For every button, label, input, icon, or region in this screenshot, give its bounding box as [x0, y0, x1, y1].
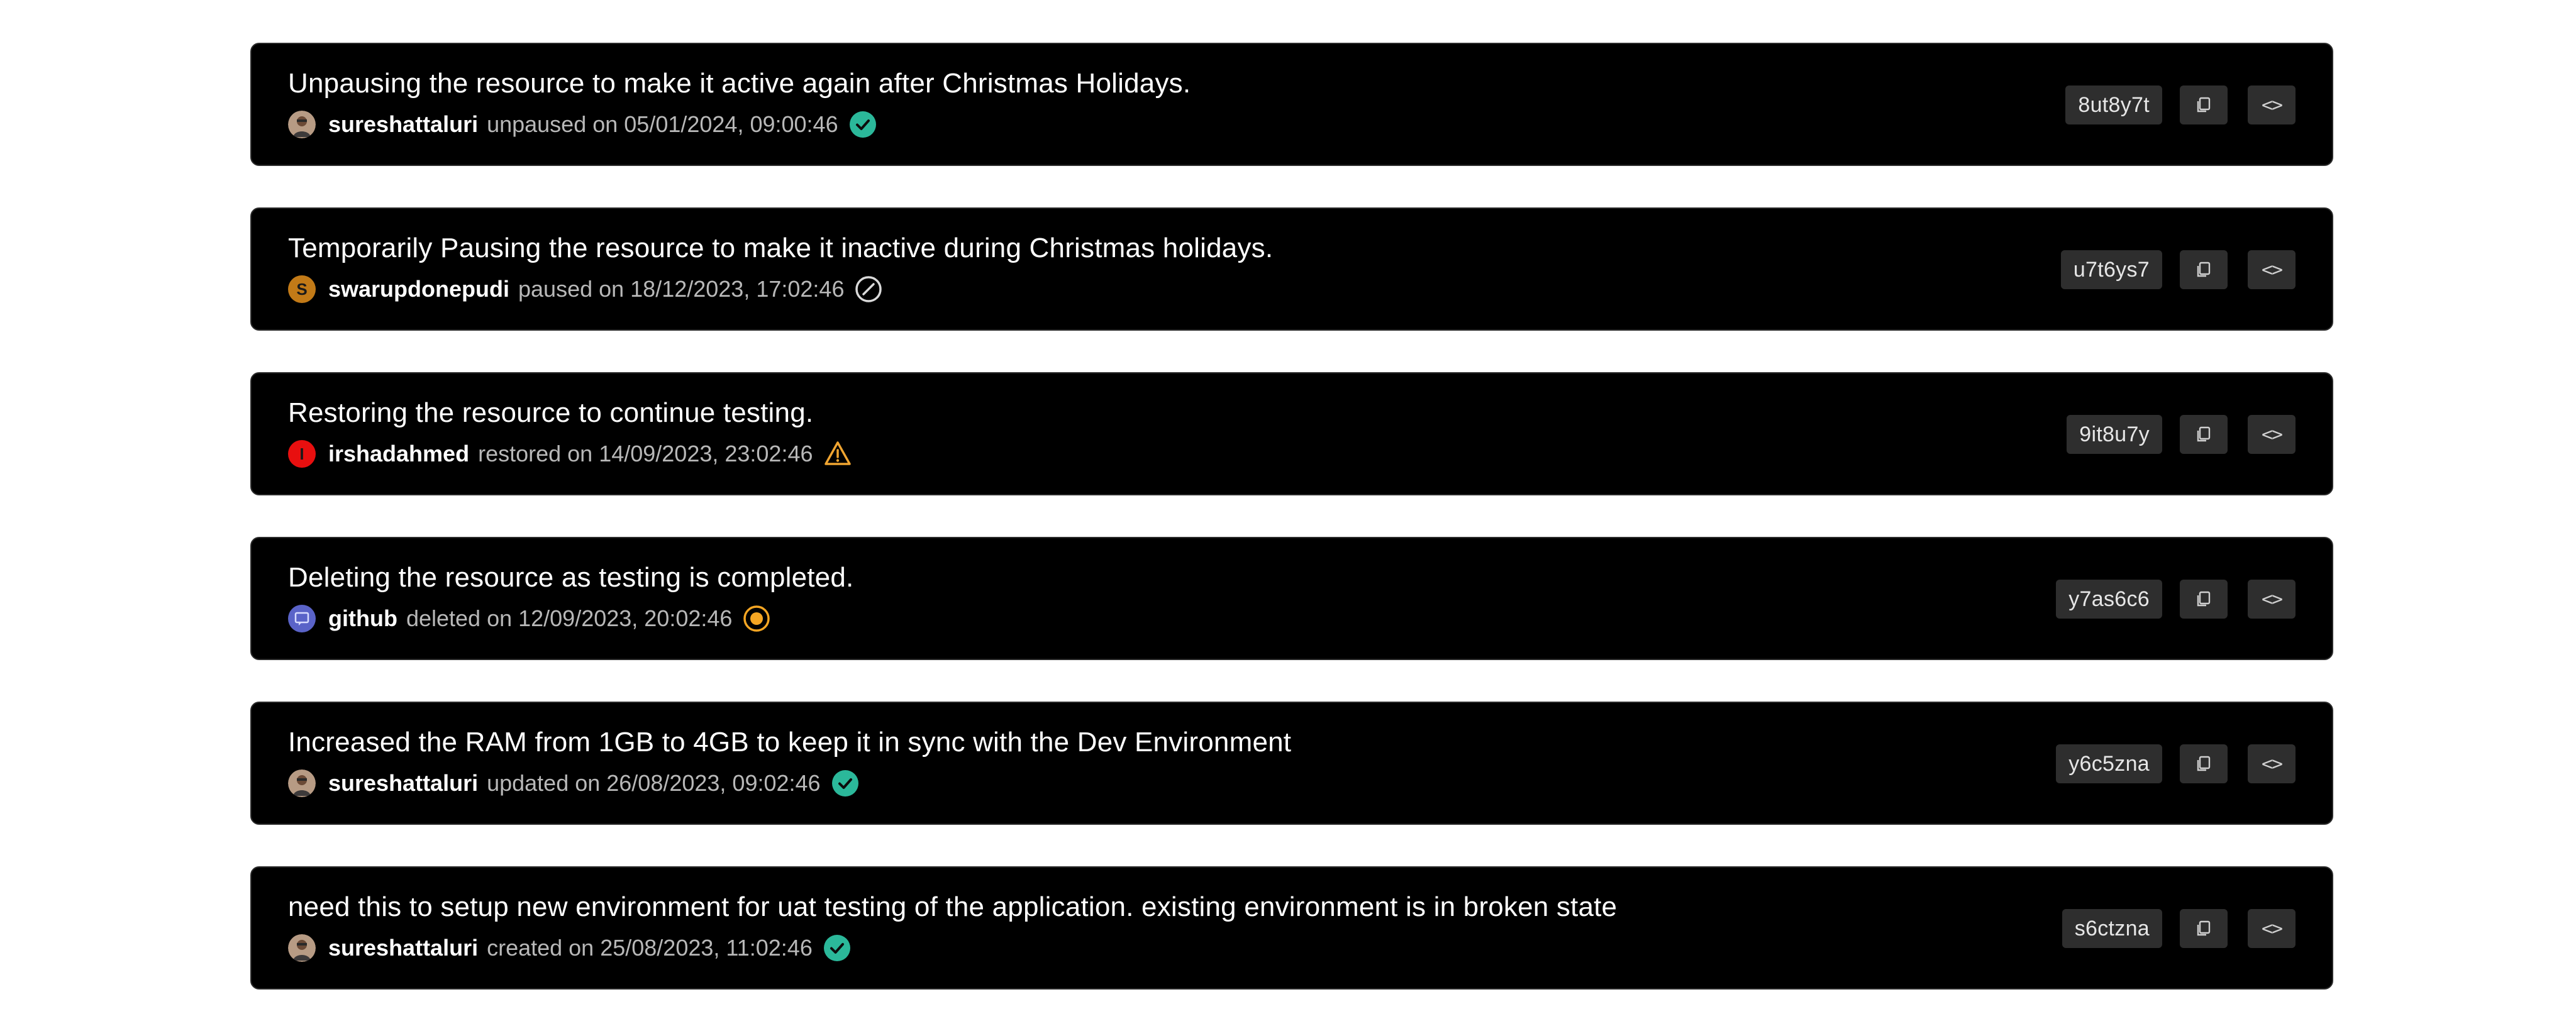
avatar[interactable]: [288, 111, 316, 138]
entry-title: Restoring the resource to continue testi…: [288, 397, 814, 428]
view-code-button[interactable]: <>: [2248, 580, 2296, 619]
avatar[interactable]: S: [288, 275, 316, 303]
copy-icon: [2197, 920, 2211, 936]
commit-hash-badge[interactable]: u7t6ys7: [2060, 250, 2162, 289]
entry-title: Deleting the resource as testing is comp…: [288, 562, 854, 593]
warning-triangle-icon: [823, 439, 852, 468]
avatar[interactable]: [288, 934, 316, 962]
commit-hash-badge[interactable]: y7as6c6: [2056, 580, 2162, 619]
in-progress-dot-icon: [742, 604, 771, 633]
avatar[interactable]: I: [288, 440, 316, 468]
entry-user[interactable]: swarupdonepudi: [328, 276, 509, 302]
entry-user[interactable]: irshadahmed: [328, 441, 469, 467]
entry-meta: sureshattaluri created on 25/08/2023, 11…: [288, 933, 852, 963]
copy-icon: [2197, 756, 2211, 771]
copy-button[interactable]: [2180, 250, 2228, 289]
entry-action: restored on 14/09/2023, 23:02:46: [478, 441, 813, 466]
entry-title: need this to setup new environment for u…: [288, 891, 1618, 922]
commit-hash-badge[interactable]: s6ctzna: [2062, 909, 2162, 948]
entry-action: updated on 26/08/2023, 09:02:46: [487, 770, 821, 796]
copy-icon: [2197, 262, 2211, 277]
activity-entry: Restoring the resource to continue testi…: [250, 372, 2333, 495]
entry-action: unpaused on 05/01/2024, 09:00:46: [487, 111, 838, 137]
entry-meta: sureshattaluri unpaused on 05/01/2024, 0…: [288, 109, 877, 140]
entry-meta: I irshadahmed restored on 14/09/2023, 23…: [288, 439, 852, 469]
entry-action: created on 25/08/2023, 11:02:46: [487, 935, 813, 961]
entry-title: Temporarily Pausing the resource to make…: [288, 233, 1274, 263]
entry-user[interactable]: sureshattaluri: [328, 935, 478, 961]
entry-action: paused on 18/12/2023, 17:02:46: [518, 276, 845, 302]
view-code-button[interactable]: <>: [2248, 909, 2296, 948]
activity-entry: Deleting the resource as testing is comp…: [250, 537, 2333, 660]
entry-user[interactable]: sureshattaluri: [328, 770, 478, 797]
copy-button[interactable]: [2180, 909, 2228, 948]
activity-entry: Temporarily Pausing the resource to make…: [250, 207, 2333, 331]
entry-meta: github deleted on 12/09/2023, 20:02:46: [288, 604, 771, 634]
prohibited-circle-icon: [854, 275, 883, 304]
entry-meta: sureshattaluri updated on 26/08/2023, 09…: [288, 768, 860, 798]
commit-hash-badge[interactable]: 9it8u7y: [2067, 415, 2162, 454]
avatar[interactable]: [288, 605, 316, 632]
entry-title: Increased the RAM from 1GB to 4GB to kee…: [288, 727, 1292, 758]
entry-user[interactable]: github: [328, 605, 397, 632]
copy-button[interactable]: [2180, 744, 2228, 783]
view-code-button[interactable]: <>: [2248, 744, 2296, 783]
activity-log-list: Unpausing the resource to make it active…: [250, 43, 2333, 1031]
commit-hash-badge[interactable]: 8ut8y7t: [2065, 85, 2162, 124]
activity-entry: Increased the RAM from 1GB to 4GB to kee…: [250, 702, 2333, 825]
activity-entry: Unpausing the resource to make it active…: [250, 43, 2333, 166]
entry-action: deleted on 12/09/2023, 20:02:46: [406, 605, 733, 631]
commit-hash-badge[interactable]: y6c5zna: [2056, 744, 2162, 783]
copy-icon: [2197, 97, 2211, 113]
avatar[interactable]: [288, 769, 316, 797]
copy-icon: [2197, 591, 2211, 607]
check-circle-icon: [823, 934, 852, 962]
activity-entry: need this to setup new environment for u…: [250, 866, 2333, 990]
copy-button[interactable]: [2180, 85, 2228, 124]
copy-icon: [2197, 426, 2211, 442]
copy-button[interactable]: [2180, 415, 2228, 454]
check-circle-icon: [831, 769, 860, 798]
view-code-button[interactable]: <>: [2248, 85, 2296, 124]
entry-meta: S swarupdonepudi paused on 18/12/2023, 1…: [288, 274, 883, 304]
copy-button[interactable]: [2180, 580, 2228, 619]
view-code-button[interactable]: <>: [2248, 415, 2296, 454]
bot-icon: [294, 612, 309, 626]
entry-user[interactable]: sureshattaluri: [328, 111, 478, 138]
entry-title: Unpausing the resource to make it active…: [288, 68, 1191, 99]
check-circle-icon: [848, 110, 877, 139]
view-code-button[interactable]: <>: [2248, 250, 2296, 289]
